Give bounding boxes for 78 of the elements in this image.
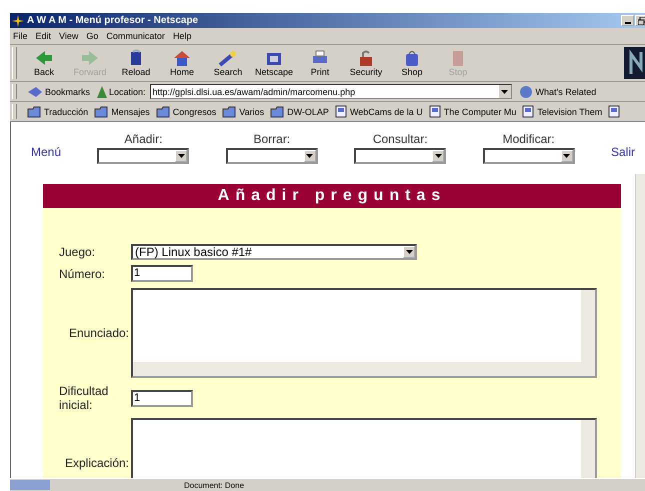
folder-icon (270, 106, 284, 118)
toolbar-button[interactable]: Security (343, 49, 389, 77)
restore-button[interactable] (635, 15, 645, 26)
caret-icon (178, 154, 185, 158)
toolbar-button[interactable]: Netscape (251, 49, 297, 77)
page-icon[interactable] (608, 105, 620, 118)
exit-link[interactable]: Salir (610, 145, 635, 164)
select-label: Consultar: (372, 132, 428, 146)
dropdown[interactable] (482, 148, 575, 164)
status-text: Document: Done (184, 480, 244, 490)
bookmark-link[interactable]: Congresos (156, 106, 216, 118)
select-label: Modificar: (502, 132, 555, 146)
field-label: Dificultad inicial: (59, 384, 110, 412)
location-label: Location: (109, 86, 146, 96)
menu-item[interactable]: Communicator (106, 31, 165, 41)
bookmarks-button[interactable]: Bookmarks (25, 86, 92, 98)
whats-related-button[interactable]: What's Related (516, 84, 598, 98)
bookmark-link[interactable]: DW-OLAP (270, 106, 329, 118)
app-icon (12, 14, 24, 26)
field-label: Número: (59, 266, 106, 280)
bookmark-link[interactable]: WebCams de la U (334, 105, 423, 118)
url-field[interactable]: http://gplsi.dlsi.ua.es/awam/admin/marcomenu.php (150, 84, 512, 99)
bookmark-link[interactable]: The Computer Mu (428, 105, 516, 118)
minimize-button[interactable] (621, 15, 634, 26)
bookmark-icon (27, 86, 43, 98)
input-field[interactable]: 1 (131, 390, 193, 406)
menu-item[interactable]: Edit (36, 31, 52, 41)
folder-icon (27, 106, 41, 118)
folder-icon (94, 106, 108, 118)
minimize-icon (624, 22, 630, 24)
right-arrow-icon (80, 49, 100, 67)
select-label: Borrar: (253, 132, 290, 146)
menu-item[interactable]: File (13, 31, 28, 41)
caret-icon (306, 154, 314, 158)
form-title: Añadir preguntas (43, 184, 621, 208)
input-field[interactable]: 1 (131, 265, 193, 282)
caret-icon (563, 154, 570, 158)
restore-icon (638, 16, 645, 24)
caret-icon (434, 154, 442, 158)
caret-icon (406, 250, 412, 254)
left-arrow-icon (34, 49, 54, 67)
folder-icon (156, 106, 170, 118)
location-icon (96, 84, 108, 98)
dropdown[interactable] (97, 148, 190, 164)
dropdown[interactable] (354, 148, 446, 164)
dropdown-button[interactable] (498, 85, 511, 98)
bookmark-link[interactable]: Mensajes (94, 106, 150, 118)
toolbar-button[interactable]: Home (159, 49, 205, 77)
select-label: Añadir: (124, 132, 162, 146)
folder-icon (222, 106, 236, 118)
menu-item[interactable]: View (59, 31, 78, 41)
game-select[interactable]: (FP) Linux basico #1# (131, 244, 417, 260)
logo-icon (624, 47, 645, 79)
field-label: Juego: (59, 245, 96, 259)
search-icon (218, 49, 238, 67)
house-icon (172, 49, 192, 67)
page-icon (522, 105, 534, 118)
bookmark-link[interactable]: Television Them (522, 105, 602, 118)
toolbar-button[interactable]: Shop (389, 49, 435, 77)
menu-link[interactable]: Menú (31, 145, 62, 164)
toolbar-button[interactable]: Search (205, 49, 251, 77)
caret-icon (501, 90, 508, 94)
text-area[interactable] (131, 288, 597, 378)
field-label: Enunciado: (68, 326, 129, 340)
field-label: Explicación: (64, 456, 129, 470)
toolbar-button[interactable]: Back (21, 49, 67, 77)
menu-item[interactable]: Go (86, 31, 98, 41)
dropdown[interactable] (226, 148, 318, 164)
page-icon (334, 105, 347, 118)
toolbar-button[interactable]: Reload (113, 49, 159, 77)
globe-icon (518, 84, 534, 98)
status-icon (10, 480, 50, 490)
bookmark-link[interactable]: Traducción (27, 106, 88, 118)
window-title: A W A M - Menú profesor - Netscape (27, 15, 198, 26)
menu-item[interactable]: Help (172, 31, 192, 41)
page-icon (428, 105, 441, 118)
toolbar-button[interactable]: Print (297, 49, 343, 77)
bookmark-link[interactable]: Varios (222, 106, 264, 118)
